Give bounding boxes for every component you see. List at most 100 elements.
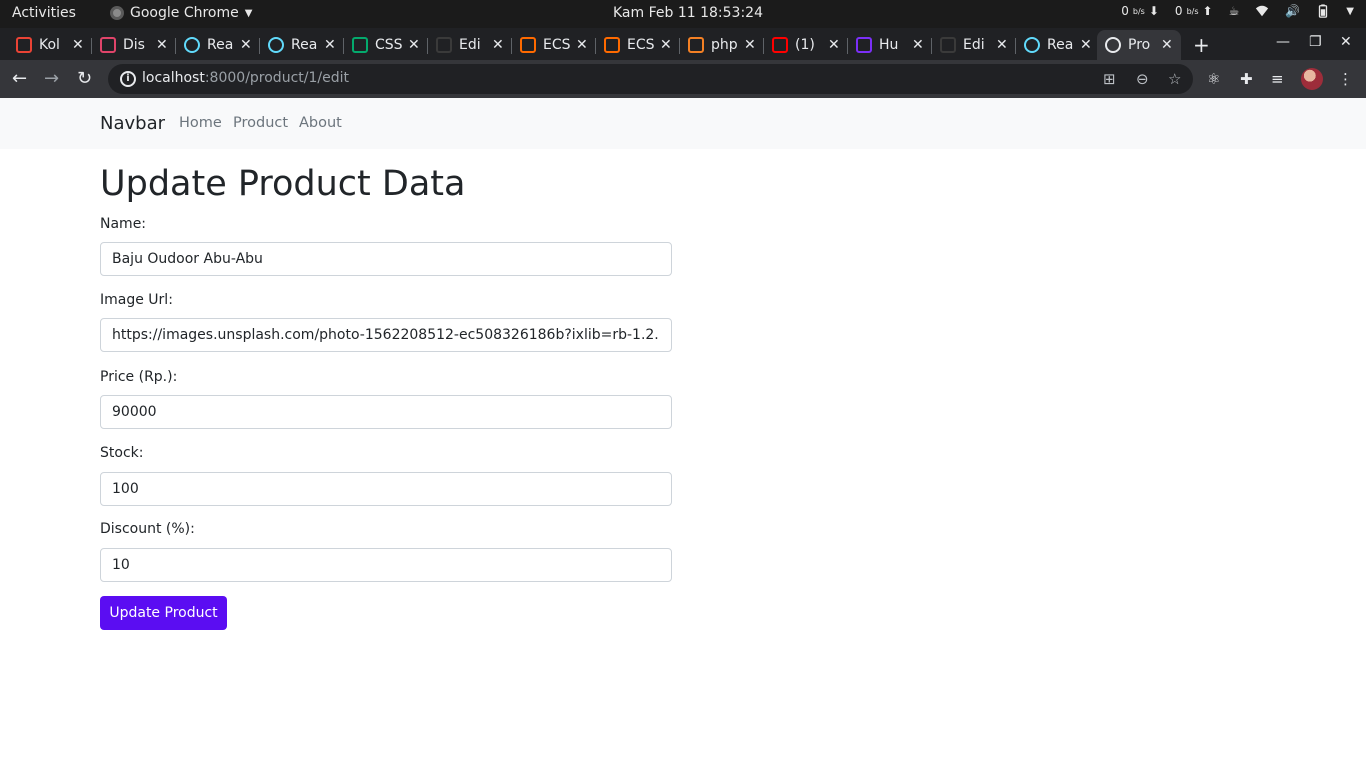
- browser-tab[interactable]: ECS ✕: [512, 30, 596, 60]
- stock-label: Stock:: [100, 445, 144, 461]
- battery-icon: [1319, 4, 1328, 18]
- app-icon: [100, 37, 116, 53]
- nav-link-home[interactable]: Home: [179, 115, 222, 131]
- gmail-icon: [16, 37, 32, 53]
- close-tab-icon[interactable]: ✕: [828, 37, 840, 53]
- browser-tab[interactable]: Rea ✕: [260, 30, 344, 60]
- price-input[interactable]: [100, 395, 672, 429]
- profile-avatar[interactable]: [1301, 68, 1323, 90]
- site-navbar: Navbar Home Product About: [0, 98, 1366, 149]
- app-menu[interactable]: Google Chrome ▼: [110, 5, 252, 21]
- activities-button[interactable]: Activities: [12, 5, 76, 21]
- caret-down-icon: ▼: [244, 7, 253, 19]
- discount-input[interactable]: [100, 548, 672, 582]
- nav-link-product[interactable]: Product: [233, 115, 288, 131]
- close-tab-icon[interactable]: ✕: [660, 37, 672, 53]
- tab-title: Edi: [459, 37, 481, 53]
- tab-title: (1): [795, 37, 815, 53]
- browser-tab[interactable]: php ✕: [680, 30, 764, 60]
- tab-title: Rea: [1047, 37, 1074, 53]
- tab-title: Kol: [39, 37, 60, 53]
- forward-icon[interactable]: →: [44, 68, 59, 89]
- clock[interactable]: Kam Feb 11 18:53:24: [613, 5, 763, 21]
- browser-tab[interactable]: Edi ✕: [932, 30, 1016, 60]
- price-label: Price (Rp.):: [100, 369, 178, 385]
- close-tab-icon[interactable]: ✕: [912, 37, 924, 53]
- react-devtools-icon[interactable]: ⚛: [1207, 70, 1220, 88]
- ecs-icon: [604, 37, 620, 53]
- caret-down-icon: ▼: [1346, 5, 1354, 17]
- navbar-brand[interactable]: Navbar: [100, 113, 165, 134]
- info-icon[interactable]: i: [120, 71, 136, 87]
- minimize-icon[interactable]: —: [1276, 34, 1290, 50]
- page-content: Navbar Home Product About Update Product…: [0, 98, 1366, 768]
- address-bar[interactable]: i localhost:8000/product/1/edit ⊞ ⊖ ☆: [108, 64, 1193, 94]
- close-tab-icon[interactable]: ✕: [1080, 37, 1092, 53]
- tab-strip: Kol ✕ Dis ✕ Rea ✕ Rea ✕ CSS ✕ Edi ✕ ECS ✕ ECS ✕ php ✕ (1) ✕…: [0, 28, 1366, 60]
- page-title: Update Product Data: [100, 164, 466, 204]
- tab-title: Hu: [879, 37, 899, 53]
- close-tab-icon[interactable]: ✕: [408, 37, 420, 53]
- discount-label: Discount (%):: [100, 521, 195, 537]
- github-icon: [940, 37, 956, 53]
- tab-title: Dis: [123, 37, 145, 53]
- update-product-button[interactable]: Update Product: [100, 596, 227, 630]
- close-tab-icon[interactable]: ✕: [240, 37, 252, 53]
- youtube-icon: [772, 37, 788, 53]
- browser-toolbar: ← → ↻ i localhost:8000/product/1/edit ⊞ …: [0, 60, 1366, 98]
- close-tab-icon[interactable]: ✕: [1161, 37, 1173, 53]
- browser-tab[interactable]: Dis ✕: [92, 30, 176, 60]
- zoom-icon[interactable]: ⊖: [1136, 70, 1149, 88]
- nav-link-about[interactable]: About: [299, 115, 342, 131]
- media-control-icon[interactable]: ≡: [1271, 70, 1284, 88]
- close-tab-icon[interactable]: ✕: [72, 37, 84, 53]
- coffee-icon[interactable]: ☕: [1229, 4, 1240, 18]
- close-tab-icon[interactable]: ✕: [324, 37, 336, 53]
- browser-tab[interactable]: ECS ✕: [596, 30, 680, 60]
- new-tab-button[interactable]: +: [1193, 33, 1210, 57]
- globe-icon: [1105, 37, 1121, 53]
- bookmark-star-icon[interactable]: ☆: [1168, 70, 1181, 88]
- close-tab-icon[interactable]: ✕: [156, 37, 168, 53]
- arrow-down-icon: ⬇: [1148, 4, 1159, 18]
- tab-title: CSS: [375, 37, 403, 53]
- address-url[interactable]: localhost:8000/product/1/edit: [142, 70, 349, 86]
- browser-tab[interactable]: Hu ✕: [848, 30, 932, 60]
- react-icon: [184, 37, 200, 53]
- kebab-menu-icon[interactable]: ⋮: [1338, 70, 1353, 88]
- volume-icon: 🔊: [1285, 4, 1301, 18]
- close-tab-icon[interactable]: ✕: [996, 37, 1008, 53]
- extensions-icon[interactable]: ✚: [1240, 70, 1253, 88]
- back-icon[interactable]: ←: [12, 68, 27, 89]
- name-label: Name:: [100, 216, 147, 232]
- restore-icon[interactable]: ❐: [1309, 34, 1322, 50]
- name-input[interactable]: [100, 242, 672, 276]
- close-tab-icon[interactable]: ✕: [492, 37, 504, 53]
- upload-speed: 0 b/s ⬆: [1174, 4, 1213, 18]
- translate-icon[interactable]: ⊞: [1103, 70, 1116, 88]
- arrow-up-icon: ⬆: [1202, 4, 1213, 18]
- tab-title: php: [711, 37, 738, 53]
- close-tab-icon[interactable]: ✕: [744, 37, 756, 53]
- browser-tab[interactable]: CSS ✕: [344, 30, 428, 60]
- hu-icon: [856, 37, 872, 53]
- close-tab-icon[interactable]: ✕: [576, 37, 588, 53]
- close-window-icon[interactable]: ✕: [1340, 34, 1352, 50]
- stock-input[interactable]: [100, 472, 672, 506]
- browser-tab[interactable]: Kol ✕: [8, 30, 92, 60]
- chrome-icon: [110, 6, 124, 20]
- image-url-input[interactable]: [100, 318, 672, 352]
- system-tray[interactable]: 0 b/s ⬇ 0 b/s ⬆ ☕ 🔊 ▼: [1121, 4, 1354, 18]
- browser-tab[interactable]: Edi ✕: [428, 30, 512, 60]
- download-speed: 0 b/s ⬇: [1121, 4, 1159, 18]
- stackoverflow-icon: [688, 37, 704, 53]
- github-icon: [436, 37, 452, 53]
- browser-tab[interactable]: (1) ✕: [764, 30, 848, 60]
- reload-icon[interactable]: ↻: [77, 68, 92, 89]
- browser-tab[interactable]: Pro ✕: [1097, 30, 1181, 60]
- browser-tab[interactable]: Rea ✕: [176, 30, 260, 60]
- browser-tab[interactable]: Rea ✕: [1016, 30, 1100, 60]
- w3schools-icon: [352, 37, 368, 53]
- react-icon: [1024, 37, 1040, 53]
- app-menu-label: Google Chrome: [130, 5, 239, 21]
